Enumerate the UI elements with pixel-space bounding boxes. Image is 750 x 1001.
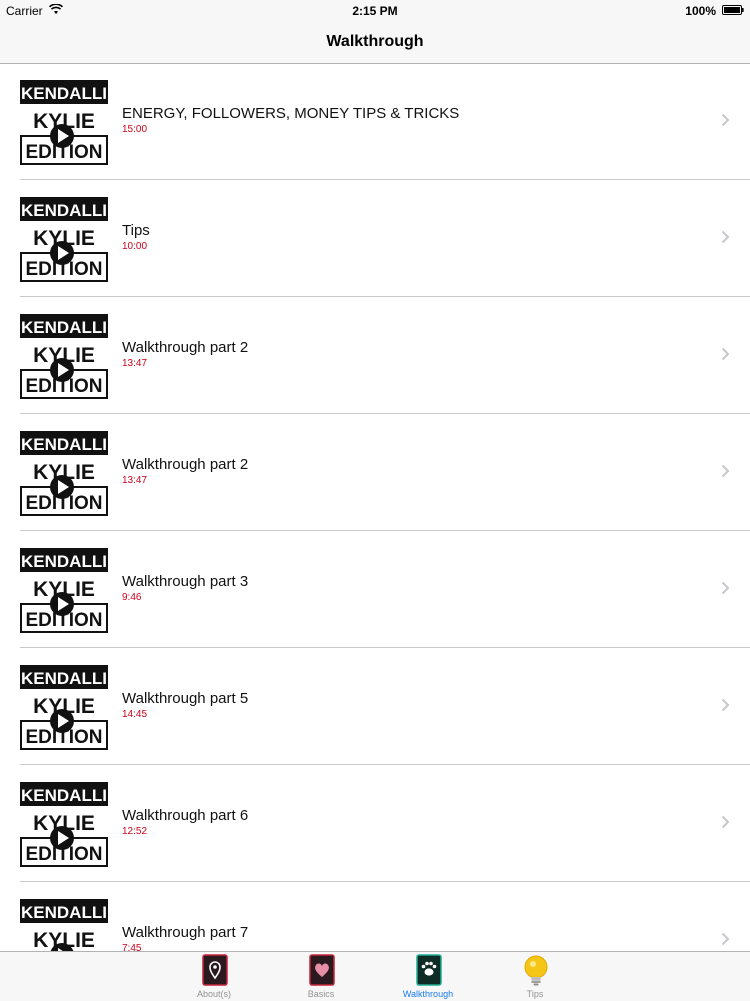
tab-about-s[interactable]: About(s)	[174, 952, 254, 1001]
kendalli-kylie-edition-thumbnail-icon: KENDALLIKYLIEEDITION	[20, 548, 108, 633]
kendalli-kylie-edition-thumbnail-icon: KENDALLIKYLIEEDITION	[20, 314, 108, 399]
video-thumbnail: KENDALLIKYLIEEDITION	[20, 429, 108, 517]
video-row[interactable]: KENDALLI KYLIE EDITION Walkthrough part 3 9:…	[0, 531, 750, 648]
video-thumbnail: KENDALLIKYLIEEDITION	[20, 312, 108, 400]
thumbnail-line1: KENDALLI	[21, 552, 107, 571]
video-title: Walkthrough part 2	[122, 456, 249, 473]
video-duration: 14:45	[122, 709, 148, 720]
tab-label: Walkthrough	[402, 989, 454, 999]
video-row[interactable]: KENDALLI KYLIE EDITION Tips 10:00	[0, 180, 750, 297]
tab-label: Basics	[307, 989, 335, 999]
video-title: Walkthrough part 5	[122, 690, 249, 707]
chevron-right-icon	[721, 230, 730, 244]
video-duration: 12:52	[122, 826, 148, 837]
video-thumbnail: KENDALLIKYLIEEDITION	[20, 663, 108, 751]
video-title: Walkthrough part 3	[122, 573, 249, 590]
kendalli-kylie-edition-thumbnail-icon: KENDALLIKYLIEEDITION	[20, 431, 108, 516]
thumbnail-line1: KENDALLI	[21, 201, 107, 220]
kendalli-kylie-edition-thumbnail-icon: KENDALLIKYLIEEDITION	[20, 899, 108, 951]
video-duration: 7:45	[122, 943, 142, 951]
video-duration: 9:46	[122, 592, 142, 603]
video-row[interactable]: KENDALLI KYLIE EDITION Walkthrough part 5 14…	[0, 648, 750, 765]
video-list[interactable]: KENDALLI KYLIE EDITION ENERGY, FOLLOWERS, M…	[0, 63, 750, 951]
video-row[interactable]: KENDALLIKYLIEEDITION Walkthrough part 7 7:…	[0, 882, 750, 951]
kendalli-kylie-edition-thumbnail-icon: KENDALLIKYLIEEDITION	[20, 665, 108, 750]
video-title: Tips	[122, 222, 150, 239]
tab-walkthrough[interactable]: Walkthrough	[388, 952, 468, 1001]
navigation-bar: Walkthrough	[0, 22, 750, 64]
kendalli-kylie-edition-thumbnail-icon: KENDALLIKYLIEEDITION	[20, 782, 108, 867]
video-title: Walkthrough part 7	[122, 924, 249, 941]
video-row[interactable]: KENDALLI KYLIE EDITION Walkthrough part 2 13…	[0, 414, 750, 531]
tab-label: About(s)	[196, 989, 231, 999]
video-title: Walkthrough part 6	[122, 807, 249, 824]
chevron-right-icon	[721, 932, 730, 946]
video-thumbnail: KENDALLIKYLIEEDITION	[20, 195, 108, 283]
thumbnail-line1: KENDALLI	[21, 84, 107, 103]
heart-icon	[309, 954, 335, 986]
status-bar: Carrier 2:15 PM 100%	[0, 0, 750, 22]
kendalli-kylie-edition-thumbnail-icon: KENDALLIKYLIEEDITION	[20, 80, 108, 165]
tab-basics[interactable]: Basics	[281, 952, 361, 1001]
video-thumbnail: KENDALLIKYLIEEDITION	[20, 78, 108, 166]
video-thumbnail: KENDALLIKYLIEEDITION	[20, 897, 108, 951]
video-duration: 13:47	[122, 475, 148, 486]
thumbnail-line1: KENDALLI	[21, 786, 107, 805]
video-title: Walkthrough part 2	[122, 339, 249, 356]
tab-bar: About(s) Basics Walkthrough Tips	[0, 951, 750, 1001]
thumbnail-line1: KENDALLI	[21, 669, 107, 688]
tab-label: Tips	[526, 989, 544, 999]
chevron-right-icon	[721, 815, 730, 829]
thumbnail-line1: KENDALLI	[21, 318, 107, 337]
chevron-right-icon	[721, 464, 730, 478]
status-time: 2:15 PM	[352, 4, 398, 18]
video-duration: 13:47	[122, 358, 148, 369]
tab-tips[interactable]: Tips	[495, 952, 575, 1001]
video-row[interactable]: KENDALLI KYLIE EDITION ENERGY, FOLLOWERS, M…	[0, 63, 750, 180]
video-thumbnail: KENDALLIKYLIEEDITION	[20, 546, 108, 634]
battery-percentage: 100%	[685, 4, 716, 18]
thumbnail-line1: KENDALLI	[21, 903, 107, 922]
thumbnail-line1: KENDALLI	[21, 435, 107, 454]
video-title: ENERGY, FOLLOWERS, MONEY TIPS & TRICKS	[122, 105, 460, 122]
lightbulb-icon	[524, 955, 548, 986]
video-duration: 15:00	[122, 124, 148, 135]
video-row[interactable]: KENDALLI KYLIE EDITION Walkthrough part 6 12…	[0, 765, 750, 882]
video-duration: 10:00	[122, 241, 148, 252]
map-pin-icon	[202, 954, 228, 986]
chevron-right-icon	[721, 347, 730, 361]
chevron-right-icon	[721, 698, 730, 712]
kendalli-kylie-edition-thumbnail-icon: KENDALLIKYLIEEDITION	[20, 197, 108, 282]
paw-icon	[416, 954, 442, 986]
page-title: Walkthrough	[326, 33, 424, 50]
chevron-right-icon	[721, 581, 730, 595]
battery-icon	[722, 5, 744, 15]
chevron-right-icon	[721, 113, 730, 127]
video-row[interactable]: KENDALLI KYLIE EDITION Walkthrough part 2 13…	[0, 297, 750, 414]
video-thumbnail: KENDALLIKYLIEEDITION	[20, 780, 108, 868]
